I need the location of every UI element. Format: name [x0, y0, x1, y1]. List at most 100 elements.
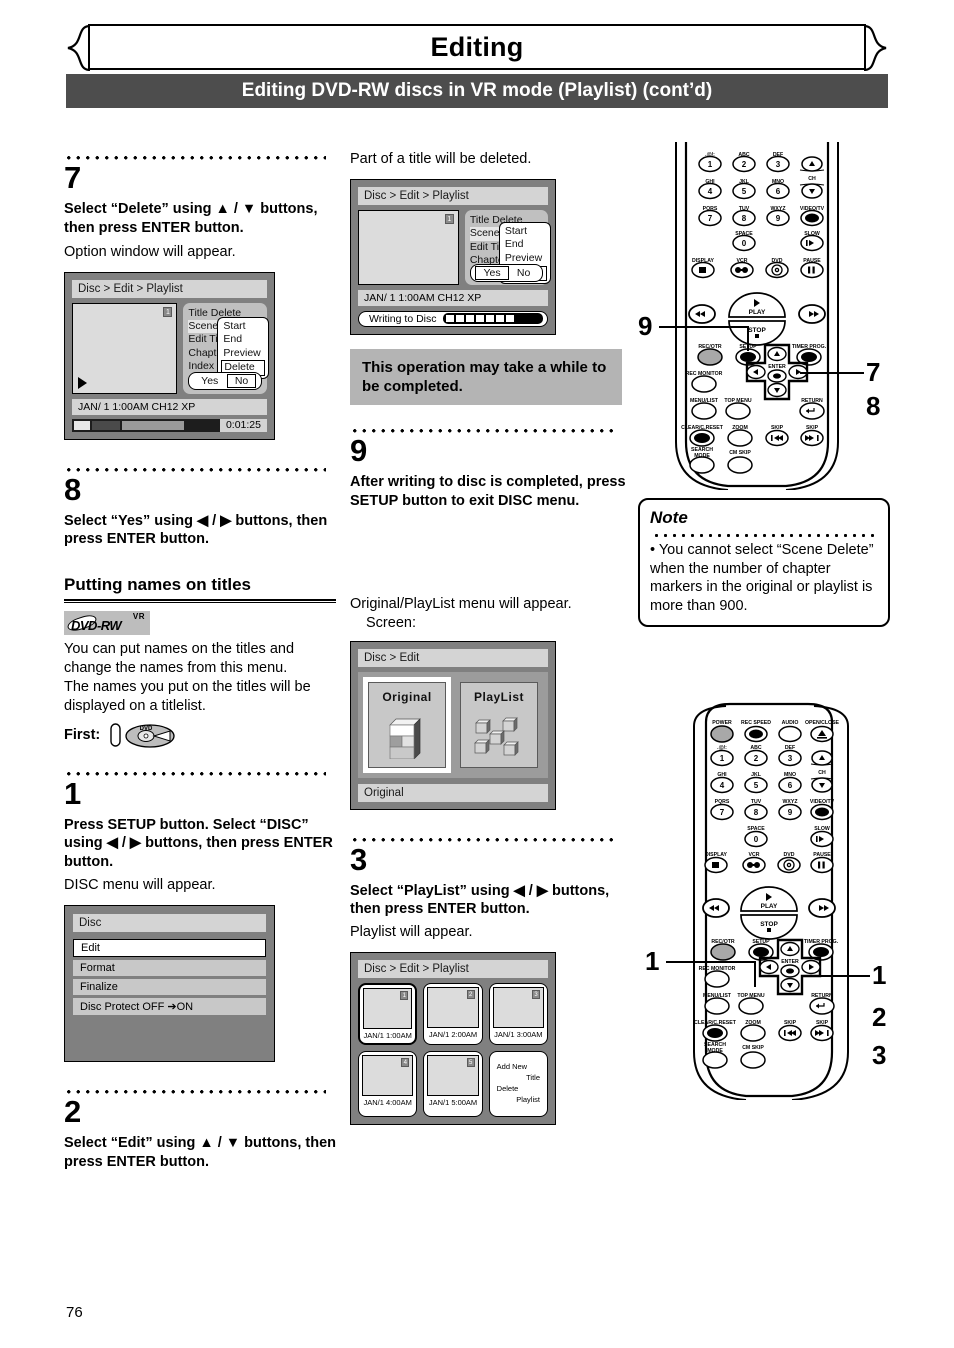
- svg-text:POWER: POWER: [712, 720, 732, 726]
- playlist-thumbnail: 1: [363, 988, 413, 1030]
- dvd-rw-vr-logo-icon: VR DVD-RW: [64, 611, 150, 636]
- svg-text:5: 5: [742, 187, 747, 196]
- osd-popup-menu: Start End Preview Delete: [217, 316, 270, 380]
- osd-yes-no: Yes No: [188, 371, 262, 390]
- osd-writing-progress: Writing to Disc: [358, 310, 548, 327]
- page-banner: Editing: [66, 24, 888, 72]
- callout-9: 9: [638, 311, 653, 341]
- manual-page: Editing Editing DVD-RW discs in VR mode …: [0, 0, 954, 1348]
- first-line: First: DVD: [64, 720, 336, 750]
- playlist-cell[interactable]: 3 JAN/1 3:00AM: [488, 983, 548, 1046]
- osd-yes-no: Yes No: [469, 263, 543, 282]
- step-3-note: Playlist will appear.: [350, 924, 473, 941]
- svg-text:DVD: DVD: [140, 726, 153, 732]
- playlist-menu-cell[interactable]: Add New Title Delete Playlist: [488, 1051, 548, 1117]
- callout-setup-1: 1: [645, 946, 660, 976]
- menu-line-title[interactable]: Title: [497, 1073, 540, 1084]
- first-label: First:: [64, 726, 101, 743]
- writing-progress-track: [442, 313, 543, 325]
- popup-item[interactable]: Start: [503, 225, 547, 239]
- step-number-3: 3: [350, 841, 368, 877]
- menu-line-delete[interactable]: Delete: [497, 1084, 540, 1095]
- callout-setup-1-leader: [666, 961, 756, 963]
- remote-bottom-svg: POWER REC SPEED AUDIO OPEN/CLOSE .@/: ABC DEF…: [693, 702, 849, 1101]
- osd-scene-delete: Disc > Edit > Playlist 1 Title Delete Sc…: [64, 271, 275, 440]
- section-title: Editing DVD-RW discs in VR mode (Playlis…: [241, 80, 713, 101]
- step-number-8: 8: [64, 471, 82, 507]
- osd-status-line: JAN/ 1 1:00AM CH12 XP: [358, 289, 548, 306]
- osd-menu-pane: Title Delete Scene Edit Tit Chapte Index…: [464, 209, 551, 285]
- popup-item[interactable]: End: [503, 238, 547, 252]
- osd-writing-to-disc: Disc > Edit > Playlist 1 Title Delete Sc…: [350, 178, 556, 335]
- callout-box: This operation may take a while to be co…: [350, 348, 622, 406]
- section-title-bar: Editing DVD-RW discs in VR mode (Playlis…: [66, 74, 888, 108]
- page-title-box: Editing: [88, 24, 866, 70]
- svg-text:STOP: STOP: [760, 921, 778, 928]
- popup-item[interactable]: Start: [221, 320, 265, 334]
- svg-text:1: 1: [720, 754, 725, 763]
- playlist-cubes-icon: [461, 713, 537, 759]
- svg-text:9: 9: [788, 808, 793, 817]
- callout-3: 3: [872, 1040, 887, 1070]
- playlist-thumbnail-grid: 1 JAN/1 1:00AM 2 JAN/1 2:00AM 3 JAN/1 3:…: [358, 983, 548, 1117]
- disc-menu-row-format[interactable]: Format: [73, 959, 266, 976]
- thumbnail-index-badge: 1: [444, 213, 454, 224]
- osd-disc-menu: Disc Edit Format Finalize Disc Protect O…: [64, 904, 275, 1062]
- svg-text:PLAY: PLAY: [749, 309, 766, 316]
- cell-index: 2: [466, 990, 475, 1000]
- osd-original-playlist: Disc > Edit Original PlayList Original: [350, 640, 556, 810]
- note-box: Note • You cannot select “Scene Delete” …: [638, 498, 890, 628]
- step-number-2: 2: [64, 1093, 82, 1129]
- playlist-cell[interactable]: 4 JAN/1 4:00AM: [358, 1051, 418, 1117]
- osd-progress: 0:01:25: [72, 418, 267, 432]
- svg-text:7: 7: [720, 808, 725, 817]
- playlist-cell[interactable]: 1 JAN/1 1:00AM: [358, 983, 418, 1046]
- menu-line-playlist[interactable]: Playlist: [497, 1095, 540, 1106]
- yes-button[interactable]: Yes: [194, 375, 225, 387]
- svg-text:4: 4: [720, 781, 725, 790]
- tile-playlist[interactable]: PlayList: [460, 681, 538, 768]
- svg-text:7: 7: [708, 214, 713, 223]
- menu-line-add-new[interactable]: Add New: [497, 1062, 540, 1073]
- popup-item[interactable]: Preview: [221, 347, 265, 361]
- disc-menu-row-edit[interactable]: Edit: [73, 938, 266, 957]
- osd-playlist-grid: Disc > Edit > Playlist 1 JAN/1 1:00AM 2 …: [350, 952, 556, 1125]
- callout-7: 7: [866, 357, 881, 387]
- playlist-thumbnail: 4: [362, 1055, 414, 1097]
- page-number: 76: [66, 1304, 83, 1321]
- playlist-cell[interactable]: 5 JAN/1 5:00AM: [423, 1051, 483, 1117]
- popup-item[interactable]: End: [221, 333, 265, 347]
- step-7-instruction: Select “Delete” using ▲ / ▼ buttons, the…: [64, 201, 318, 236]
- no-button[interactable]: No: [226, 373, 257, 388]
- tile-original[interactable]: Original: [363, 676, 451, 773]
- yes-button[interactable]: Yes: [475, 265, 509, 280]
- remote-top-svg: .@/: ABC DEF 123 GHI JKL MNO 456 PQRS TUV WXYZ…: [675, 142, 839, 491]
- step-9-instruction: After writing to disc is completed, pres…: [350, 474, 626, 510]
- osd-breadcrumb: Disc > Edit > Playlist: [72, 279, 267, 298]
- playlist-cell[interactable]: 2 JAN/1 2:00AM: [423, 983, 483, 1046]
- callout-dpad-1: 1: [872, 960, 887, 990]
- osd-status-line: JAN/ 1 1:00AM CH12 XP: [72, 398, 267, 415]
- osd-preview-thumbnail: 1: [72, 302, 178, 394]
- svg-text:2: 2: [754, 754, 759, 763]
- svg-text:3: 3: [776, 160, 781, 169]
- tile-playlist-label: PlayList: [473, 689, 525, 704]
- svg-text:CH: CH: [818, 770, 826, 776]
- svg-text:CM SKIP: CM SKIP: [742, 1045, 764, 1051]
- logo-name-text: DVD-RW: [71, 618, 122, 634]
- step-number-1: 1: [64, 775, 82, 811]
- disc-menu-row-protect[interactable]: Disc Protect OFF ➔ON: [73, 997, 266, 1015]
- osd-menu-pane: Title Delete Scene Edit Tit Chapte Index…: [183, 302, 270, 394]
- osd-disc-title: Disc: [73, 913, 266, 932]
- middle-column: Part of a title will be deleted. Disc > …: [350, 150, 630, 1125]
- no-button[interactable]: No: [510, 267, 537, 279]
- svg-text:ENTER: ENTER: [781, 959, 799, 965]
- svg-text:0: 0: [754, 835, 759, 844]
- cell-index: 1: [400, 991, 409, 1001]
- svg-text:8: 8: [742, 214, 747, 223]
- callout-7-leader: [800, 372, 864, 374]
- cell-caption: JAN/1 1:00AM: [363, 1031, 412, 1041]
- disc-menu-row-finalize[interactable]: Finalize: [73, 978, 266, 995]
- writing-label: Writing to Disc: [369, 312, 437, 325]
- cell-caption: JAN/1 2:00AM: [428, 1030, 478, 1040]
